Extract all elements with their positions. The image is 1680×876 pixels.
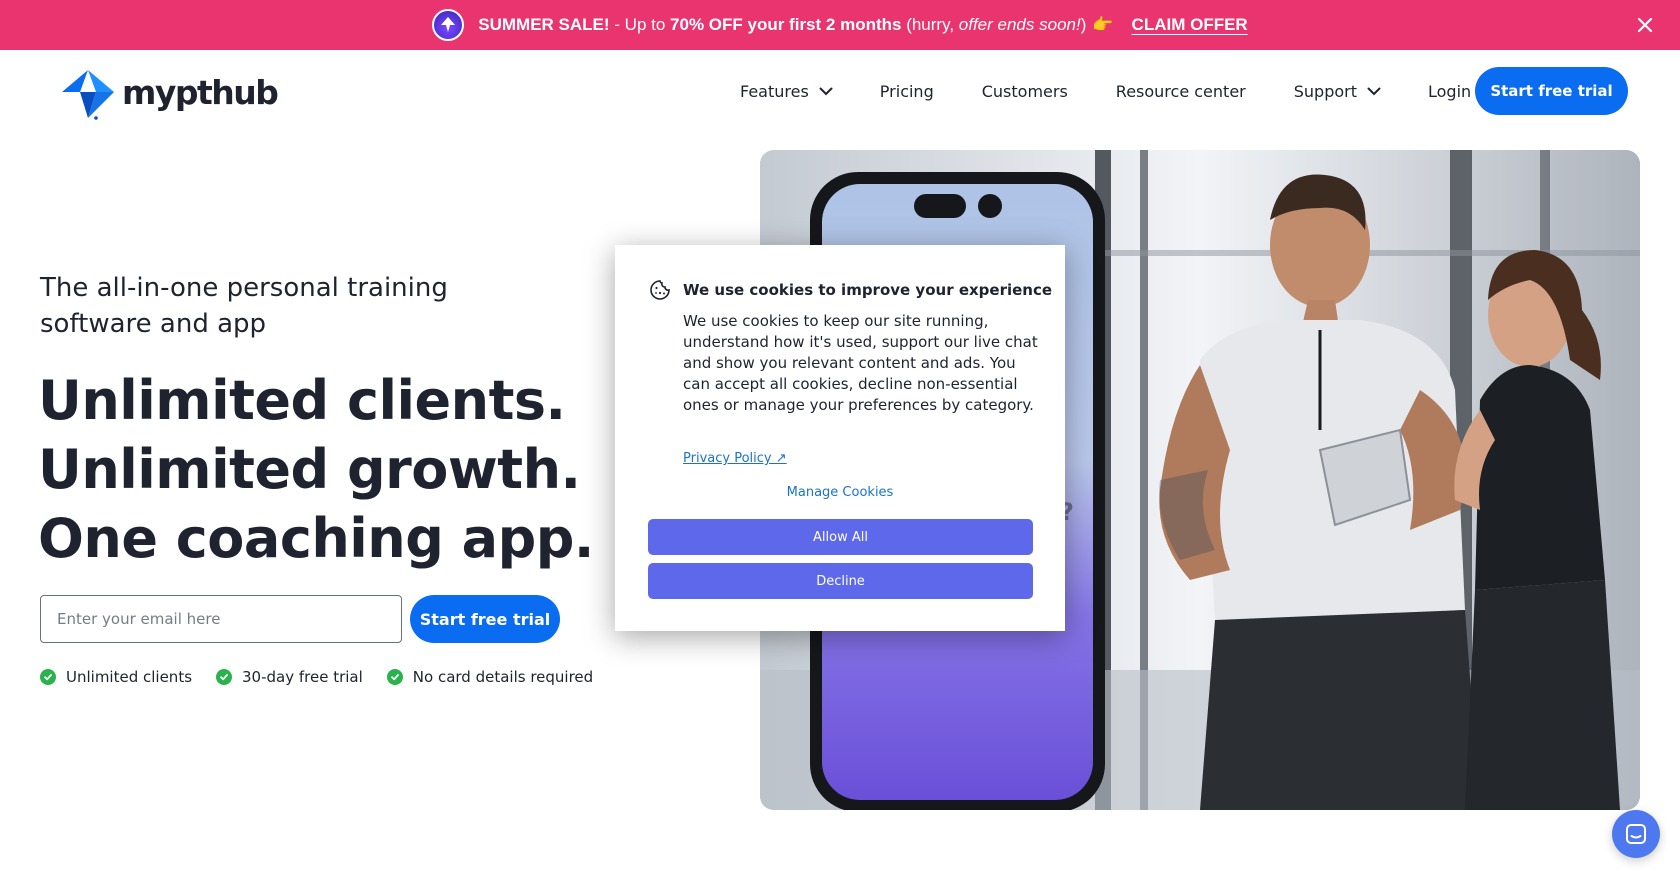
nav-login-label: Login [1427, 81, 1472, 101]
pointing-hand-icon: 👉 [1092, 15, 1114, 34]
nav-features[interactable]: Features [740, 82, 833, 101]
manage-cookies-link[interactable]: Manage Cookies [615, 485, 1065, 500]
benefit-item: Unlimited clients [40, 668, 192, 686]
nav-pricing-label: Pricing [879, 81, 934, 101]
benefit-item: 30-day free trial [216, 668, 363, 686]
close-icon[interactable] [1634, 14, 1656, 36]
email-input[interactable] [40, 595, 402, 643]
decline-button[interactable]: Decline [648, 563, 1033, 599]
allow-all-button[interactable]: Allow All [648, 519, 1033, 555]
chat-icon [1626, 824, 1646, 844]
check-icon [40, 669, 56, 685]
promo-text: SUMMER SALE! - Up to 70% OFF your first … [478, 15, 1086, 35]
benefits-list: Unlimited clients 30-day free trial No c… [40, 668, 593, 686]
promo-text-2: (hurry, [901, 15, 959, 34]
headline-line-2: Unlimited growth. [38, 438, 581, 501]
nav-support-label: Support [1293, 81, 1357, 101]
benefit-label: No card details required [412, 668, 594, 686]
nav-features-label: Features [740, 81, 809, 101]
nav-pricing[interactable]: Pricing [880, 82, 934, 101]
hero-start-trial-button[interactable]: Start free trial [410, 595, 560, 643]
promo-text-3: ) [1080, 15, 1087, 34]
benefit-item: No card details required [386, 668, 594, 686]
nav-customers-label: Customers [981, 81, 1068, 101]
logo-icon [62, 70, 114, 120]
promo-logo-icon [432, 9, 465, 41]
hero-headline: Unlimited clients. Unlimited growth. One… [38, 366, 594, 573]
check-icon [216, 669, 233, 685]
site-header: mypthub Features Pricing Customers Resou… [0, 50, 1680, 130]
chevron-down-icon [1367, 87, 1381, 95]
cookie-consent-modal: We use cookies to improve your experienc… [615, 245, 1065, 631]
check-icon [386, 669, 403, 685]
promo-content: SUMMER SALE! - Up to 70% OFF your first … [432, 9, 1248, 41]
chat-launcher-button[interactable] [1612, 810, 1660, 858]
promo-highlight: 70% OFF your first 2 months [670, 15, 902, 34]
header-start-trial-button[interactable]: Start free trial [1475, 67, 1628, 115]
nav-login[interactable]: Login [1428, 82, 1471, 101]
promo-text-1: - Up to [609, 15, 671, 34]
headline-line-1: Unlimited clients. [38, 369, 566, 432]
claim-offer-link[interactable]: CLAIM OFFER [1132, 15, 1248, 35]
nav-support[interactable]: Support [1294, 82, 1381, 101]
cookie-body: We use cookies to keep our site running,… [683, 312, 1038, 414]
promo-sale-label: SUMMER SALE! [478, 15, 610, 34]
benefit-label: Unlimited clients [66, 668, 193, 686]
promo-banner: SUMMER SALE! - Up to 70% OFF your first … [0, 0, 1680, 50]
headline-line-3: One coaching app. [38, 507, 594, 570]
logo-text: mypthub [122, 72, 279, 112]
privacy-policy-link[interactable]: Privacy Policy ↗ [683, 451, 787, 466]
benefit-label: 30-day free trial [242, 668, 363, 686]
chevron-down-icon [819, 87, 833, 95]
logo[interactable]: mypthub [60, 64, 279, 120]
nav-resource-center[interactable]: Resource center [1116, 82, 1246, 101]
hero-tagline: The all-in-one personal training softwar… [40, 273, 448, 339]
nav-customers[interactable]: Customers [982, 82, 1068, 101]
main-nav: Features Pricing Customers Resource cent… [740, 67, 1471, 115]
promo-italic: offer ends soon! [958, 15, 1081, 34]
cookie-icon [650, 280, 670, 300]
cookie-title: We use cookies to improve your experienc… [683, 281, 1053, 299]
nav-resource-center-label: Resource center [1115, 81, 1246, 101]
